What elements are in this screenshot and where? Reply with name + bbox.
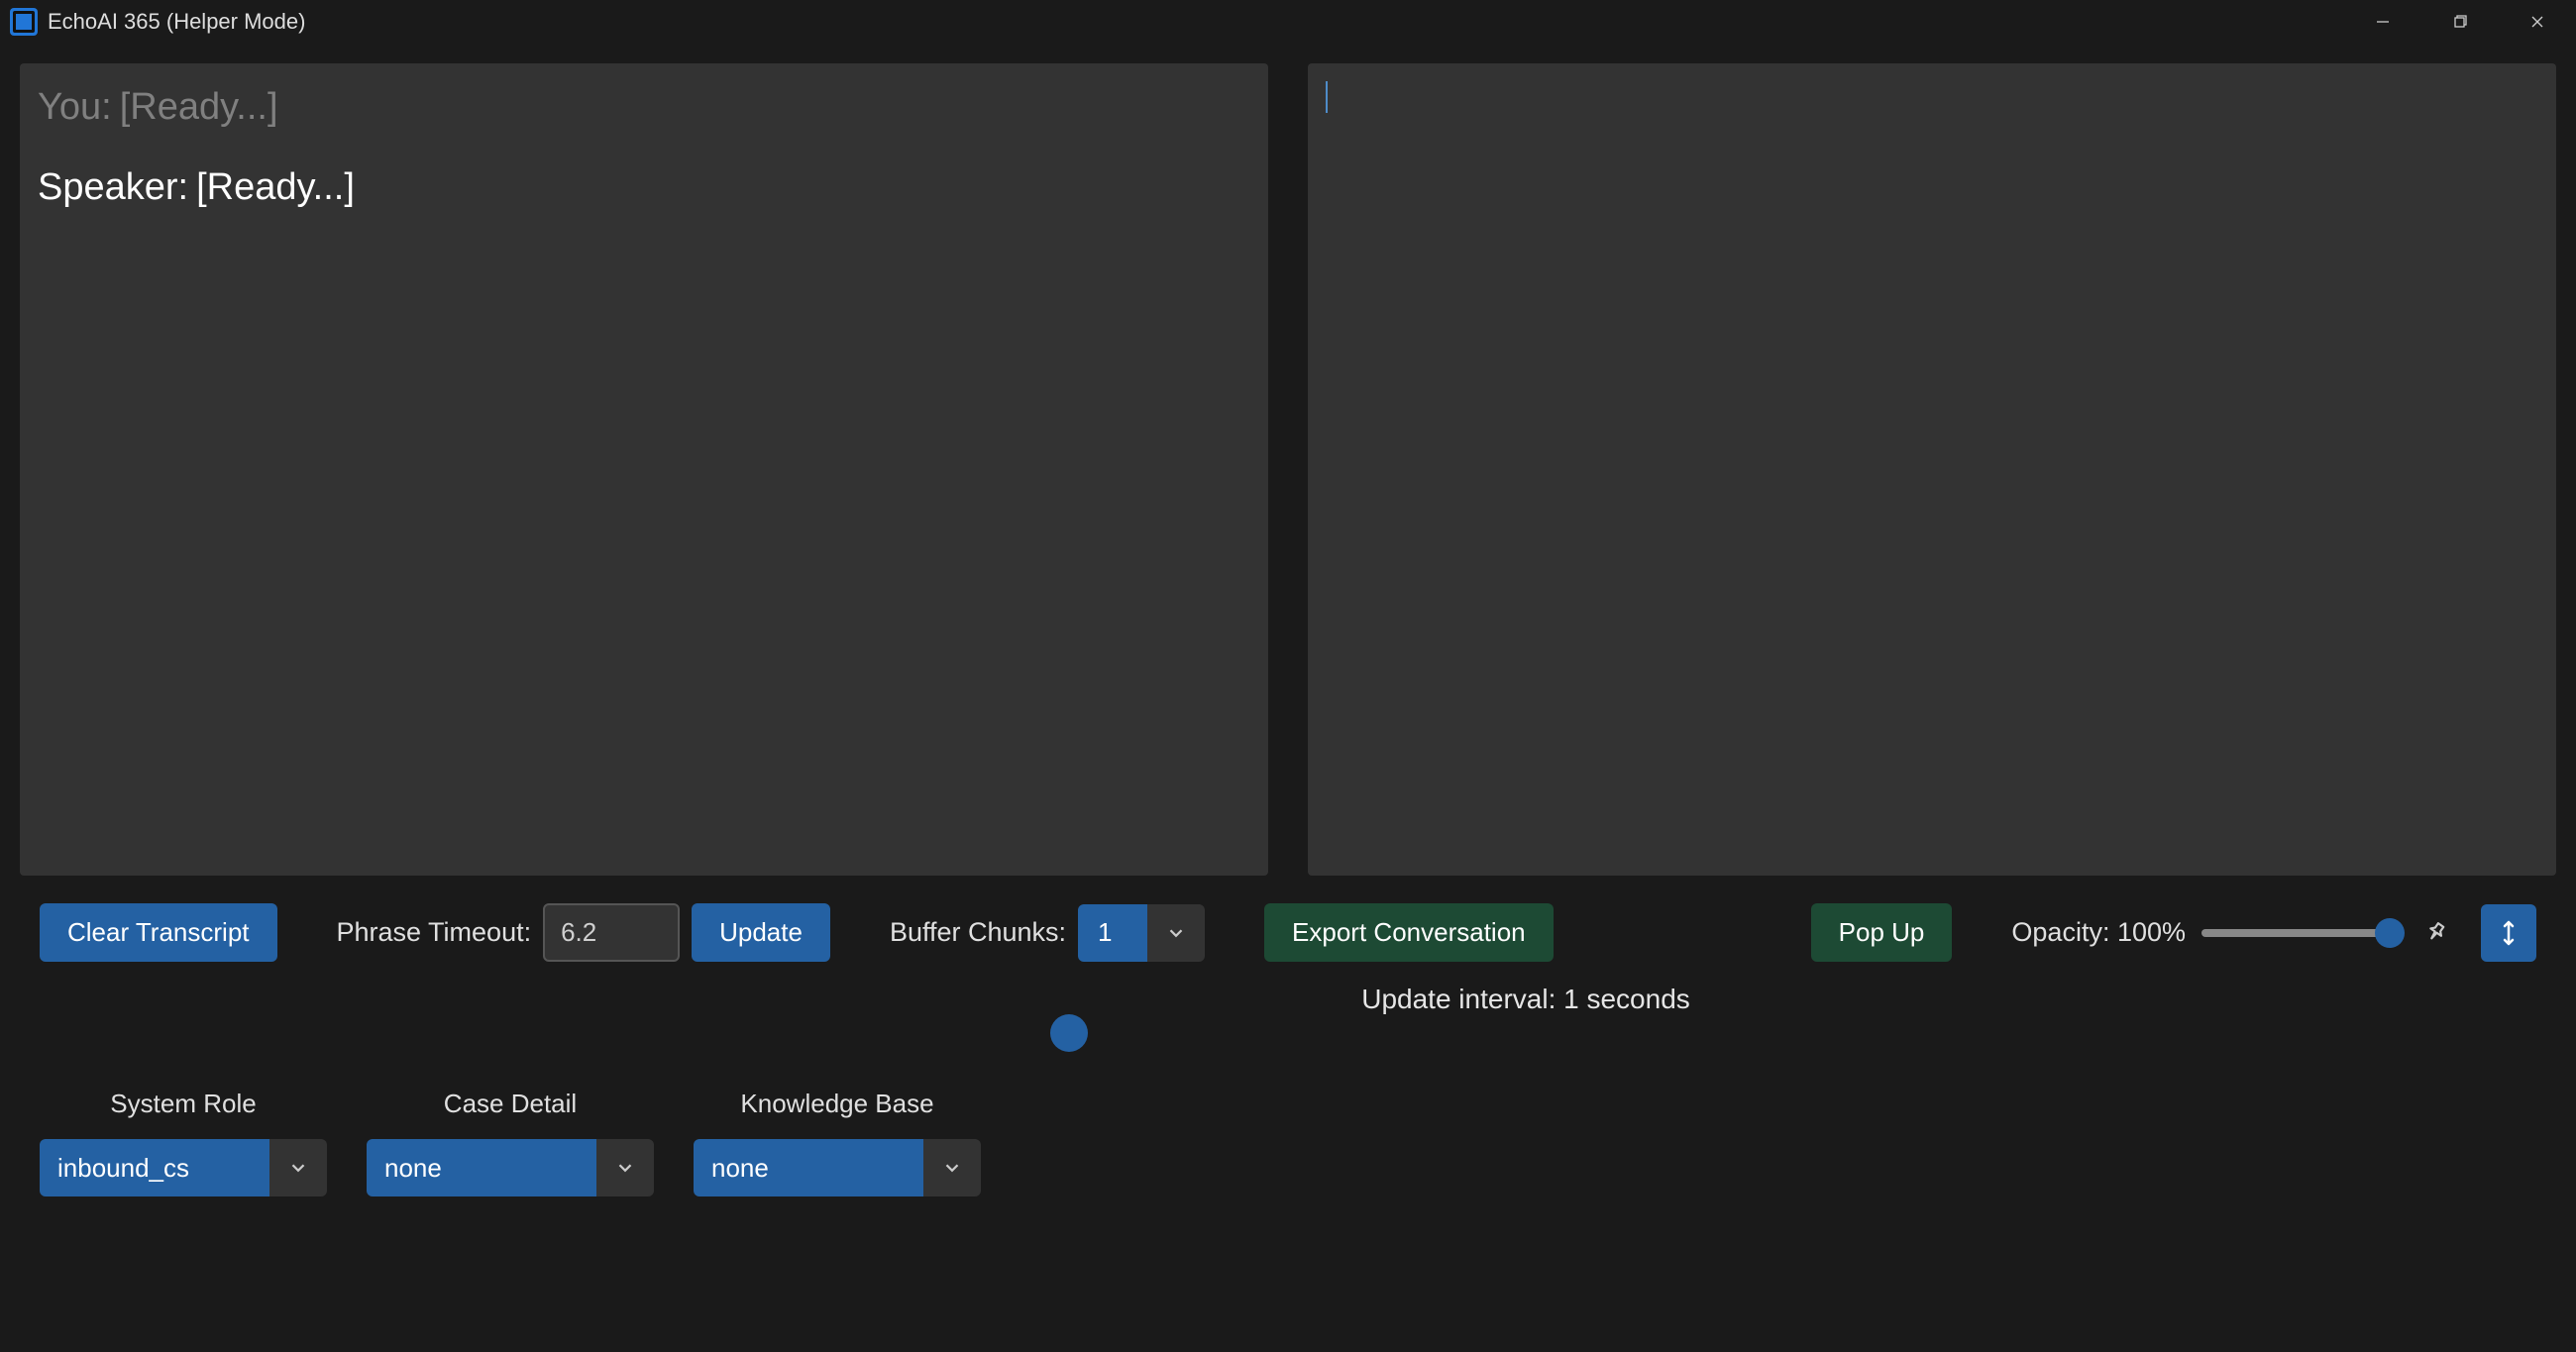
speaker-prefix: Speaker:: [38, 161, 188, 214]
pin-button[interactable]: [2410, 907, 2461, 959]
update-button[interactable]: Update: [692, 903, 830, 962]
system-role-dropdown[interactable]: inbound_cs: [40, 1139, 327, 1196]
chevron-down-icon[interactable]: [1147, 904, 1205, 962]
expand-vertical-button[interactable]: [2481, 904, 2536, 962]
chevron-down-icon[interactable]: [923, 1139, 981, 1196]
text-cursor: [1326, 81, 1328, 113]
buffer-chunks-dropdown[interactable]: 1: [1078, 904, 1205, 962]
update-interval-label: Update interval: 1 seconds: [1361, 984, 1690, 1015]
opacity-label: Opacity: 100%: [2011, 917, 2186, 948]
case-detail-block: Case Detail none: [367, 1081, 654, 1196]
transcript-panel: You: [Ready...] Speaker: [Ready...]: [20, 63, 1268, 876]
you-prefix: You:: [38, 81, 112, 134]
opacity-slider[interactable]: [2201, 929, 2390, 937]
you-line: You: [Ready...]: [38, 81, 1250, 134]
buffer-chunks-value: 1: [1078, 904, 1147, 962]
knowledge-base-value: none: [694, 1139, 923, 1196]
buffer-chunks-label: Buffer Chunks:: [890, 917, 1066, 948]
system-role-label: System Role: [72, 1081, 293, 1127]
chevron-down-icon[interactable]: [596, 1139, 654, 1196]
case-detail-dropdown[interactable]: none: [367, 1139, 654, 1196]
titlebar: EchoAI 365 (Helper Mode): [0, 0, 2576, 44]
maximize-button[interactable]: [2421, 0, 2499, 44]
case-detail-value: none: [367, 1139, 596, 1196]
phrase-timeout-input[interactable]: [543, 903, 680, 962]
window-title: EchoAI 365 (Helper Mode): [48, 9, 305, 35]
knowledge-base-dropdown[interactable]: none: [694, 1139, 981, 1196]
controls-row: Clear Transcript Phrase Timeout: Update …: [20, 903, 2556, 962]
pop-up-button[interactable]: Pop Up: [1811, 903, 1953, 962]
speaker-line: Speaker: [Ready...]: [38, 161, 1250, 214]
window-controls: [2344, 0, 2576, 44]
selectors-row: System Role inbound_cs Case Detail none …: [20, 1081, 2556, 1196]
minimize-button[interactable]: [2344, 0, 2421, 44]
interval-row: Update interval: 1 seconds: [20, 984, 2556, 1033]
update-interval-thumb[interactable]: [1050, 1014, 1088, 1052]
main-panels: You: [Ready...] Speaker: [Ready...]: [20, 63, 2556, 876]
close-button[interactable]: [2499, 0, 2576, 44]
opacity-slider-thumb[interactable]: [2375, 918, 2405, 948]
output-panel[interactable]: [1308, 63, 2556, 876]
system-role-value: inbound_cs: [40, 1139, 269, 1196]
phrase-timeout-label: Phrase Timeout:: [337, 917, 532, 948]
app-icon: [10, 8, 38, 36]
you-status: [Ready...]: [120, 81, 278, 134]
clear-transcript-button[interactable]: Clear Transcript: [40, 903, 277, 962]
case-detail-label: Case Detail: [406, 1081, 614, 1127]
speaker-status: [Ready...]: [196, 161, 355, 214]
knowledge-base-label: Knowledge Base: [702, 1081, 971, 1127]
system-role-block: System Role inbound_cs: [40, 1081, 327, 1196]
chevron-down-icon[interactable]: [269, 1139, 327, 1196]
export-conversation-button[interactable]: Export Conversation: [1264, 903, 1554, 962]
knowledge-base-block: Knowledge Base none: [694, 1081, 981, 1196]
